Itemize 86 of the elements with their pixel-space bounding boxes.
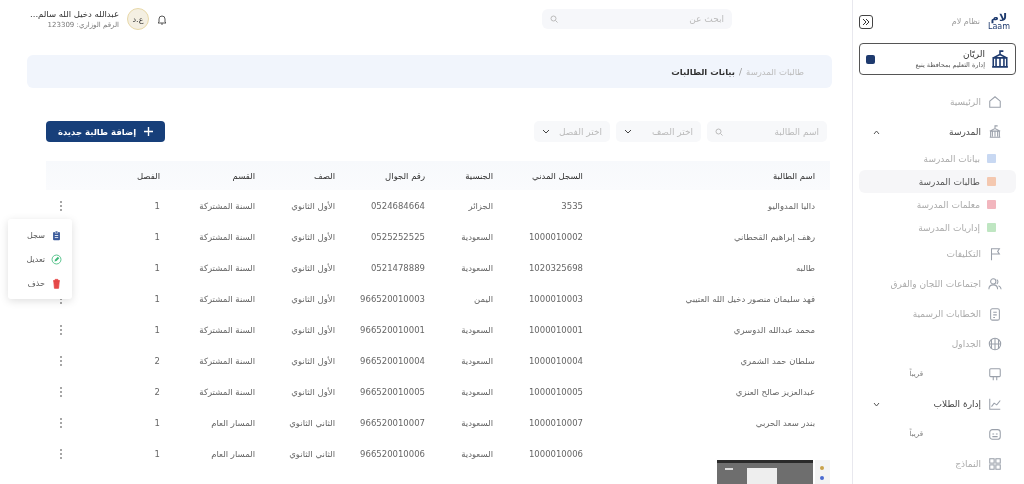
- table-cell-text: 1020325698: [527, 262, 583, 273]
- table-cell-text: الأول الثانوي: [290, 324, 335, 335]
- table-cell-text: الأول الثانوي: [290, 293, 335, 304]
- table-cell-text: اليمن: [473, 293, 493, 304]
- table-cell-text: 1: [153, 200, 160, 211]
- table-cell-text: داليا المدواليو: [766, 200, 815, 211]
- table-cell-text: 3535: [560, 200, 583, 211]
- table-cell-text: السنة المشتركة: [198, 231, 255, 242]
- table-cell-text: السعودية: [460, 417, 493, 428]
- table-cell-text: سلطان حمد الشمري: [739, 355, 815, 366]
- table-cell-text: عبدالعزيز صالح العنزي: [734, 386, 815, 397]
- menu-item[interactable]: سجل: [8, 223, 72, 247]
- table-cell-text: 966520010007: [359, 417, 425, 428]
- table-cell-text: 1000010006: [527, 448, 583, 459]
- table-cell-text: بندر سعد الحربي: [754, 417, 815, 428]
- table-cell-text: السعودية: [460, 231, 493, 242]
- grade-select[interactable]: اختر الصف: [616, 121, 701, 142]
- table-cell-text: 966520010004: [359, 355, 425, 366]
- table-cell-text: 1000010007: [527, 417, 583, 428]
- table-cell-text: السعودية: [460, 324, 493, 335]
- table-cell-text: المسار العام: [210, 417, 255, 428]
- table-cell-text: رهف إبراهيم القحطاني: [732, 231, 815, 242]
- column-header: اسم الطالبة: [771, 170, 815, 181]
- table-cell-text: الأول الثانوي: [290, 262, 335, 273]
- table-cell-text: السعودية: [460, 386, 493, 397]
- table-cell-text: 1: [153, 448, 160, 459]
- menu-item[interactable]: حذف: [8, 271, 72, 295]
- table-cell-text: 1: [153, 324, 160, 335]
- breadcrumb-link[interactable]: بيانات الطالبات: [671, 66, 736, 77]
- table-cell-text: الأول الثانوي: [290, 200, 335, 211]
- table-cell-text: السنة المشتركة: [198, 324, 255, 335]
- table-cell-text: 0521478889: [369, 262, 425, 273]
- add-student-button[interactable]: إضافة طالبة جديدة: [46, 121, 165, 142]
- column-header: السجل المدني: [531, 170, 583, 181]
- table-cell-text: 1000010005: [527, 386, 583, 397]
- table-cell-text: السنة المشتركة: [198, 200, 255, 211]
- nav-item[interactable]: المدرسة: [859, 117, 1016, 147]
- column-header: رقم الجوال: [384, 170, 425, 181]
- table-cell-text: 0525252525: [369, 231, 425, 242]
- table-cell-text: 1: [153, 262, 160, 273]
- nav-subitem[interactable]: طالبات المدرسة: [859, 170, 1016, 193]
- table-cell-text: 1: [153, 293, 160, 304]
- table-cell-text: السعودية: [460, 448, 493, 459]
- nav-item[interactable]: إدارة الطلاب: [859, 389, 1016, 419]
- table-cell-text: طالبه: [794, 262, 815, 273]
- table-cell-text: 966520010006: [359, 448, 425, 459]
- table-cell-text: السنة المشتركة: [198, 355, 255, 366]
- system-name: نظام لام: [950, 17, 980, 26]
- menu-item[interactable]: تعديل: [8, 247, 72, 271]
- table-cell-text: 966520010001: [359, 324, 425, 335]
- breadcrumb-separator: /: [739, 66, 743, 77]
- table-cell-text: 966520010005: [359, 386, 425, 397]
- school-name: الريّان: [961, 49, 985, 59]
- table-cell-text: 1000010002: [527, 231, 583, 242]
- table-cell-text: الجزائر: [467, 200, 493, 211]
- table-cell-text: المسار العام: [210, 448, 255, 459]
- table-cell-text: الأول الثانوي: [290, 231, 335, 242]
- column-header: الفصل: [135, 170, 160, 181]
- table-cell-text: الأول الثانوي: [290, 355, 335, 366]
- table-cell-text: 966520010003: [359, 293, 425, 304]
- table-cell-text: السعودية: [460, 262, 493, 273]
- table-cell-text: 0524684664: [369, 200, 425, 211]
- column-header: القسم: [231, 170, 255, 181]
- column-header: الصف: [312, 170, 335, 181]
- table-cell-text: 2: [153, 386, 160, 397]
- class-select[interactable]: اختر الفصل: [534, 121, 610, 142]
- table-cell-text: السعودية: [460, 355, 493, 366]
- table-cell-text: 1: [153, 417, 160, 428]
- table-cell-text: الثاني الثانوي: [288, 448, 335, 459]
- table-cell-text: فهد سليمان منصور دخيل الله العتيبي: [684, 293, 815, 304]
- search-field[interactable]: ابحث عن: [542, 9, 732, 29]
- table-cell-text: السنة المشتركة: [198, 262, 255, 273]
- name-search-field[interactable]: اسم الطالبة: [707, 121, 827, 142]
- table-cell-text: محمد عبدالله الدوسري: [732, 324, 815, 335]
- avatar: ع.د: [126, 8, 149, 30]
- table-cell-text: السنة المشتركة: [198, 293, 255, 304]
- column-header: الجنسية: [464, 170, 493, 181]
- user-name: عبدالله دخيل الله سالم...: [30, 9, 119, 19]
- table-cell-text: 2: [153, 355, 160, 366]
- table-cell-text: السنة المشتركة: [198, 386, 255, 397]
- table-cell-text: 1000010001: [527, 324, 583, 335]
- table-cell-text: 1000010003: [527, 293, 583, 304]
- table-cell-text: الأول الثانوي: [290, 386, 335, 397]
- table-cell-text: 1: [153, 231, 160, 242]
- table-cell-text: 1000010004: [527, 355, 583, 366]
- table-cell-text: الثاني الثانوي: [288, 417, 335, 428]
